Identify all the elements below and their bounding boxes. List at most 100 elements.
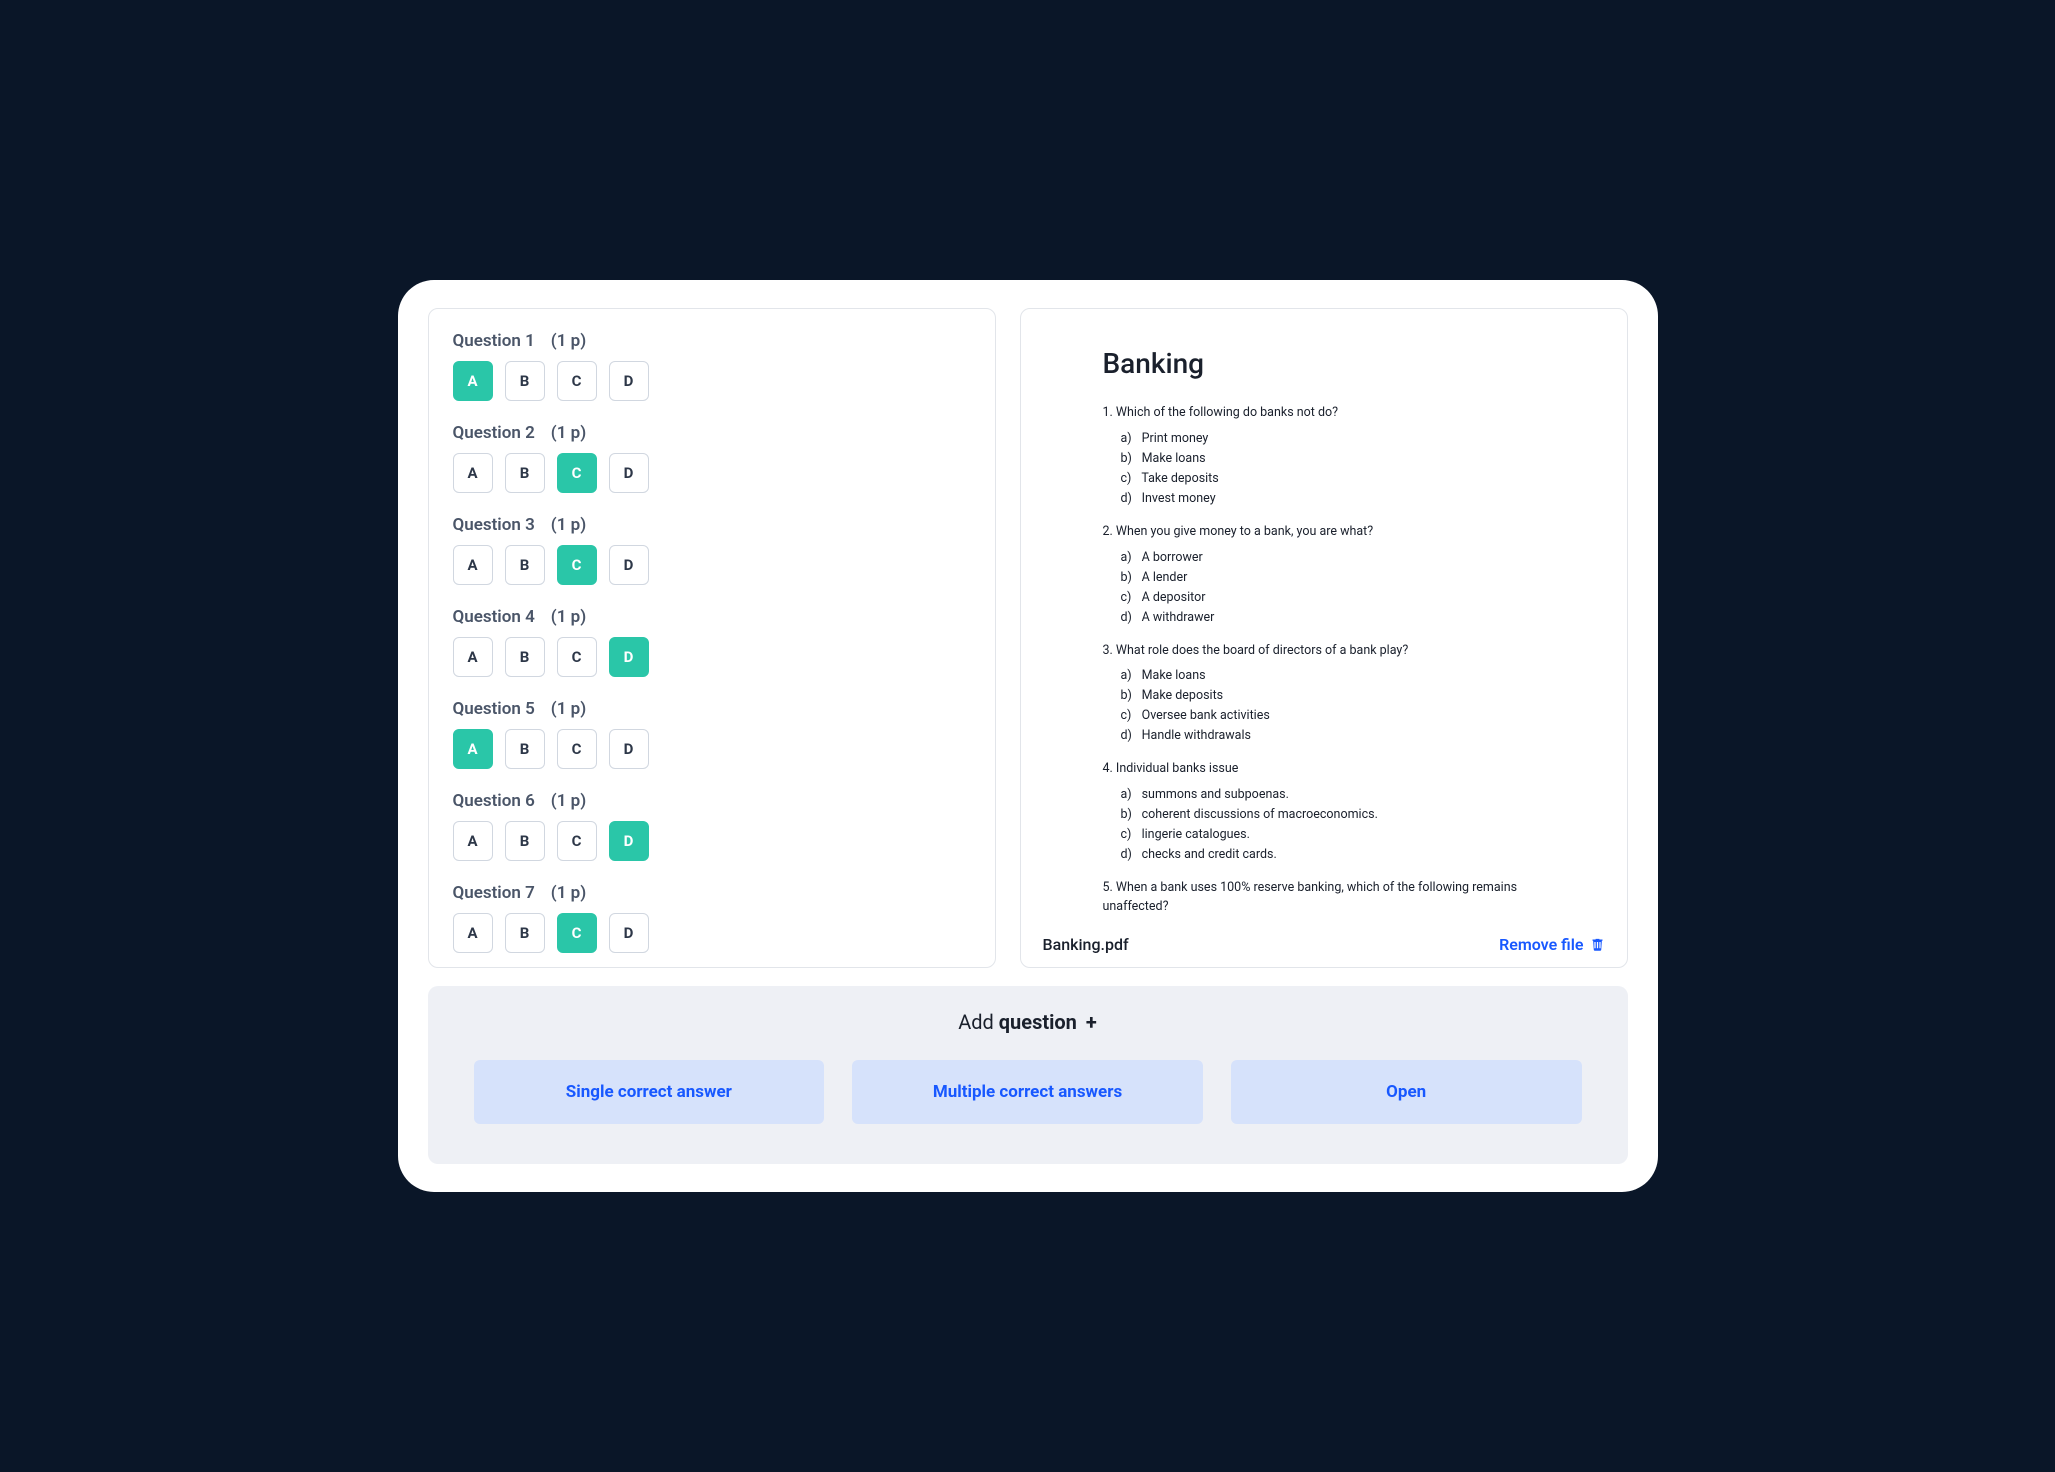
- option-button[interactable]: D: [609, 821, 649, 861]
- add-question-label-light: Add: [958, 1010, 999, 1034]
- pdf-preview-panel: Banking 1. Which of the following do ban…: [1020, 308, 1628, 968]
- pdf-option: b) Make deposits: [1121, 686, 1545, 706]
- pdf-option: c) A depositor: [1121, 588, 1545, 608]
- question-name: Question 2: [453, 423, 535, 443]
- question-options: ABCD: [453, 913, 971, 953]
- option-button[interactable]: C: [557, 637, 597, 677]
- pdf-option: d) checks and credit cards.: [1121, 845, 1545, 865]
- pdf-option: d) Invest money: [1121, 489, 1545, 509]
- question-options: ABCD: [453, 821, 971, 861]
- option-button[interactable]: D: [609, 545, 649, 585]
- option-button[interactable]: C: [557, 361, 597, 401]
- add-question-title: Add question +: [474, 1010, 1582, 1034]
- question-header: Question 1 (1 p): [453, 331, 971, 351]
- pdf-option: a) Print money: [1121, 429, 1545, 449]
- pdf-question: 5. When a bank uses 100% reserve banking…: [1103, 879, 1545, 921]
- question-type-button[interactable]: Single correct answer: [474, 1060, 825, 1124]
- option-button[interactable]: D: [609, 637, 649, 677]
- question-name: Question 4: [453, 607, 535, 627]
- question-name: Question 7: [453, 883, 535, 903]
- question-block: Question 7 (1 p) ABCD: [453, 883, 971, 953]
- answer-key-panel: Question 1(1 p)ABCDQuestion 2(1 p)ABCDQu…: [428, 308, 996, 968]
- question-points: (1 p): [551, 423, 586, 443]
- option-button[interactable]: C: [557, 545, 597, 585]
- question-name: Question 1: [453, 331, 535, 351]
- question-header: Question 6(1 p): [453, 791, 971, 811]
- option-button[interactable]: D: [609, 453, 649, 493]
- pdf-option: b) A lender: [1121, 568, 1545, 588]
- app-frame: Question 1(1 p)ABCDQuestion 2(1 p)ABCDQu…: [398, 280, 1658, 1192]
- pdf-scroll[interactable]: Banking 1. Which of the following do ban…: [1021, 309, 1627, 921]
- pdf-question-text: 4. Individual banks issue: [1103, 760, 1545, 779]
- top-panels: Question 1(1 p)ABCDQuestion 2(1 p)ABCDQu…: [428, 308, 1628, 968]
- trash-icon: [1590, 937, 1605, 952]
- option-button[interactable]: B: [505, 453, 545, 493]
- option-button[interactable]: A: [453, 453, 493, 493]
- option-button[interactable]: C: [557, 453, 597, 493]
- option-button[interactable]: B: [505, 913, 545, 953]
- question-name: Question 6: [453, 791, 535, 811]
- remove-file-button[interactable]: Remove file: [1499, 935, 1604, 954]
- option-button[interactable]: A: [453, 361, 493, 401]
- pdf-area: Banking 1. Which of the following do ban…: [1021, 309, 1627, 921]
- question-block: Question 4 (1 p) ABCD: [453, 607, 971, 677]
- question-options: ABCD: [453, 545, 971, 585]
- pdf-question: 2. When you give money to a bank, you ar…: [1103, 523, 1545, 628]
- option-button[interactable]: D: [609, 361, 649, 401]
- question-header: Question 4 (1 p): [453, 607, 971, 627]
- question-name: Question 3: [453, 515, 535, 535]
- option-button[interactable]: B: [505, 729, 545, 769]
- option-button[interactable]: A: [453, 729, 493, 769]
- question-points: (1 p): [551, 883, 586, 903]
- option-button[interactable]: D: [609, 729, 649, 769]
- add-question-label-bold: question: [999, 1010, 1077, 1034]
- pdf-option: c) lingerie catalogues.: [1121, 825, 1545, 845]
- option-button[interactable]: B: [505, 361, 545, 401]
- remove-file-label: Remove file: [1499, 935, 1583, 954]
- question-header: Question 5 (1 p): [453, 699, 971, 719]
- pdf-question-text: 2. When you give money to a bank, you ar…: [1103, 523, 1545, 542]
- option-button[interactable]: C: [557, 821, 597, 861]
- question-block: Question 1 (1 p) ABCD: [453, 331, 971, 401]
- question-type-buttons: Single correct answer Multiple correct an…: [474, 1060, 1582, 1124]
- question-name: Question 5: [453, 699, 535, 719]
- pdf-question: 1. Which of the following do banks not d…: [1103, 404, 1545, 509]
- plus-icon: +: [1081, 1010, 1097, 1034]
- option-button[interactable]: A: [453, 545, 493, 585]
- question-points: (1 p): [551, 515, 586, 535]
- option-button[interactable]: A: [453, 913, 493, 953]
- option-button[interactable]: D: [609, 913, 649, 953]
- pdf-question-options: a) A borrowerb) A lenderc) A depositord)…: [1103, 548, 1545, 628]
- pdf-question: 3. What role does the board of directors…: [1103, 642, 1545, 747]
- pdf-option: c) Take deposits: [1121, 469, 1545, 489]
- answer-key-scroll[interactable]: Question 1(1 p)ABCDQuestion 2(1 p)ABCDQu…: [429, 309, 995, 967]
- option-button[interactable]: A: [453, 637, 493, 677]
- pdf-filename: Banking.pdf: [1043, 935, 1129, 954]
- pdf-option: a) A borrower: [1121, 548, 1545, 568]
- question-points: (1 p): [551, 699, 586, 719]
- question-options: ABCD: [453, 453, 971, 493]
- pdf-question-options: a) Make loansb) Make depositsc) Oversee …: [1103, 666, 1545, 746]
- question-points: (1 p): [551, 331, 586, 351]
- question-header: Question 7 (1 p): [453, 883, 971, 903]
- question-options: ABCD: [453, 637, 971, 677]
- pdf-question-text: 5. When a bank uses 100% reserve banking…: [1103, 879, 1545, 917]
- option-button[interactable]: A: [453, 821, 493, 861]
- question-options: ABCD: [453, 361, 971, 401]
- add-question-panel: Add question + Single correct answer Mult…: [428, 986, 1628, 1164]
- option-button[interactable]: B: [505, 637, 545, 677]
- option-button[interactable]: B: [505, 821, 545, 861]
- question-block: Question 5 (1 p) ABCD: [453, 699, 971, 769]
- pdf-footer: Banking.pdf Remove file: [1021, 921, 1627, 967]
- question-points: (1 p): [551, 607, 586, 627]
- option-button[interactable]: B: [505, 545, 545, 585]
- question-type-button[interactable]: Multiple correct answers: [852, 1060, 1203, 1124]
- pdf-option: d) A withdrawer: [1121, 608, 1545, 628]
- pdf-question-text: 1. Which of the following do banks not d…: [1103, 404, 1545, 423]
- pdf-option: d) Handle withdrawals: [1121, 726, 1545, 746]
- option-button[interactable]: C: [557, 913, 597, 953]
- pdf-option: a) Make loans: [1121, 666, 1545, 686]
- question-type-button[interactable]: Open: [1231, 1060, 1582, 1124]
- option-button[interactable]: C: [557, 729, 597, 769]
- pdf-option: a) summons and subpoenas.: [1121, 785, 1545, 805]
